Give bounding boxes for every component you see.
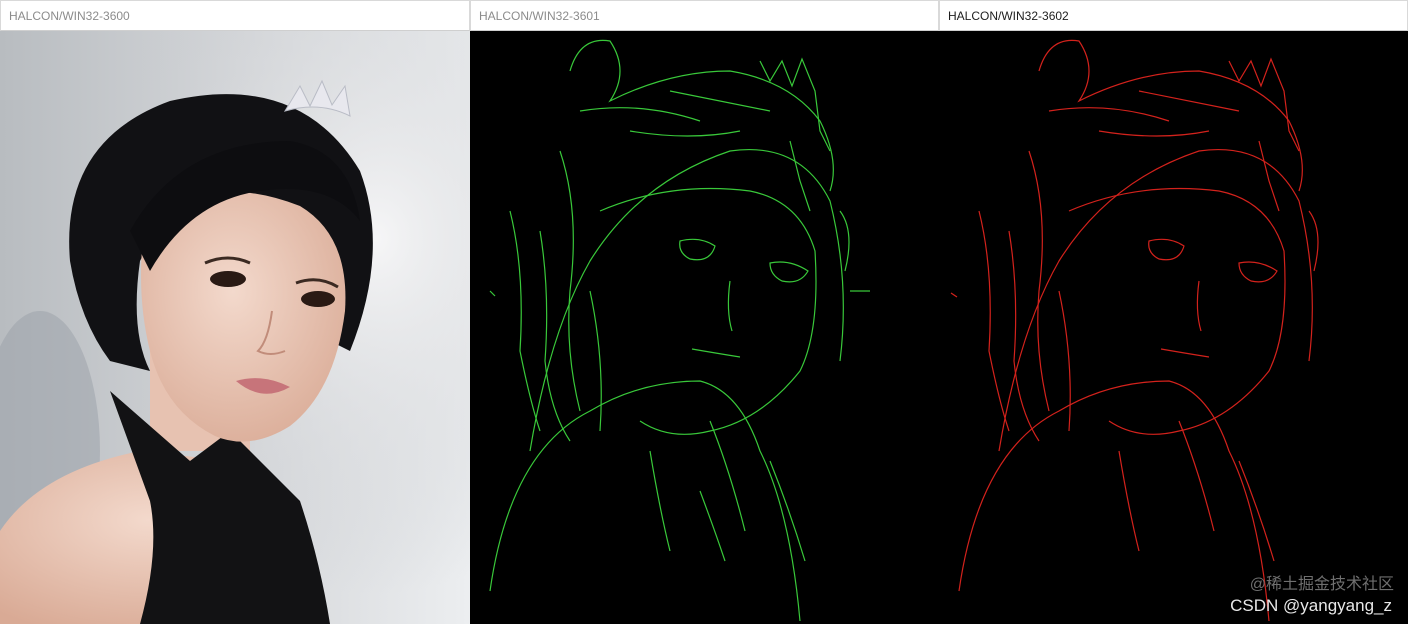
edge-contours-green <box>489 39 870 622</box>
halcon-window-3602[interactable]: HALCON/WIN32-3602 @稀土掘金技术社区 CSDN @yangya… <box>939 0 1408 624</box>
window-titlebar[interactable]: HALCON/WIN32-3602 <box>939 0 1408 31</box>
window-titlebar[interactable]: HALCON/WIN32-3601 <box>470 0 939 31</box>
window-title: HALCON/WIN32-3601 <box>479 9 600 23</box>
image-display-edges-red[interactable]: @稀土掘金技术社区 CSDN @yangyang_z <box>939 31 1408 624</box>
image-display-original[interactable] <box>0 31 470 624</box>
image-display-edges-green[interactable] <box>470 31 939 624</box>
credit-text: CSDN @yangyang_z <box>1230 596 1392 615</box>
window-title: HALCON/WIN32-3600 <box>9 9 130 23</box>
window-titlebar[interactable]: HALCON/WIN32-3600 <box>0 0 470 31</box>
halcon-window-3600[interactable]: HALCON/WIN32-3600 <box>0 0 470 624</box>
portrait-photo <box>0 31 470 624</box>
edge-contours-red <box>950 39 1319 622</box>
window-title: HALCON/WIN32-3602 <box>948 9 1069 23</box>
watermark-text: @稀土掘金技术社区 <box>1249 576 1394 593</box>
halcon-window-3601[interactable]: HALCON/WIN32-3601 <box>470 0 939 624</box>
